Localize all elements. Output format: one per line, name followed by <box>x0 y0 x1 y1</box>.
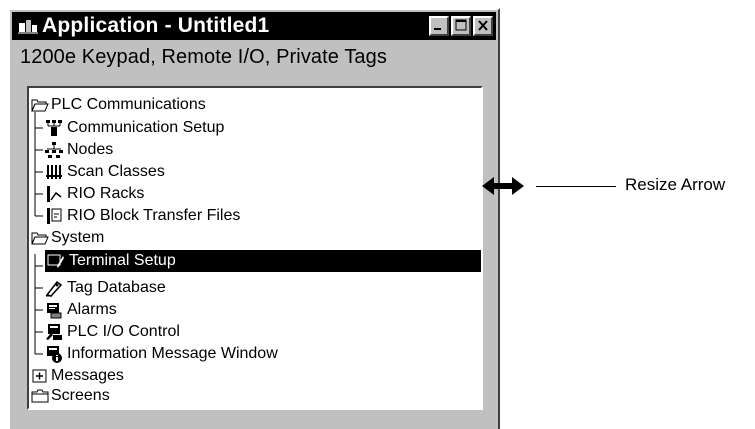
tree-view[interactable]: PLC Communications Communication Setup N… <box>27 86 483 410</box>
tree-node-label: RIO Racks <box>67 185 145 202</box>
tree-node-label: Tag Database <box>67 279 166 296</box>
minimize-button[interactable] <box>429 16 449 36</box>
tree-node-label: Terminal Setup <box>69 252 176 269</box>
annotation-leader-line <box>536 186 616 187</box>
close-icon <box>478 20 488 31</box>
block-transfer-icon <box>47 208 62 224</box>
tree-node-label: System <box>51 229 105 246</box>
folder-open-icon <box>31 232 49 245</box>
scan-classes-icon <box>46 165 62 179</box>
window-title: Application - Untitled1 <box>42 14 270 37</box>
tree-node-label: Communication Setup <box>67 119 225 136</box>
minimize-icon <box>434 28 441 30</box>
folder-open-icon <box>31 99 49 112</box>
tree-node-label: Information Message Window <box>67 345 278 362</box>
window-subtitle: 1200e Keypad, Remote I/O, Private Tags <box>20 46 387 68</box>
io-control-icon <box>46 324 62 340</box>
network-icon <box>46 120 62 136</box>
app-icon[interactable] <box>18 17 38 35</box>
nodes-icon <box>45 142 63 158</box>
double-arrow-icon <box>482 177 524 195</box>
alarm-icon <box>47 303 62 319</box>
tag-icon <box>45 280 63 297</box>
tree-node-label: Alarms <box>67 301 117 318</box>
plus-box-icon <box>32 369 47 383</box>
terminal-icon <box>47 254 64 268</box>
tree-node-label: Nodes <box>67 141 114 158</box>
info-window-icon <box>47 346 62 363</box>
folder-closed-icon <box>31 389 49 403</box>
tree-node-label: PLC Communications <box>51 96 206 113</box>
tree-node-label: RIO Block Transfer Files <box>67 207 241 224</box>
maximize-icon <box>455 19 467 31</box>
maximize-button[interactable] <box>451 16 471 36</box>
tree-node-label: Scan Classes <box>67 163 165 180</box>
rio-rack-icon <box>47 186 62 202</box>
application-window: Application - Untitled1 1200e Keypad, Re… <box>8 8 500 429</box>
annotation-label: Resize Arrow <box>625 175 726 194</box>
title-bar[interactable]: Application - Untitled1 <box>12 12 496 40</box>
tree-node-label: Screens <box>51 387 110 404</box>
tree-node-label: PLC I/O Control <box>67 323 180 340</box>
tree-node-label: Messages <box>51 367 124 384</box>
close-button[interactable] <box>473 16 493 36</box>
